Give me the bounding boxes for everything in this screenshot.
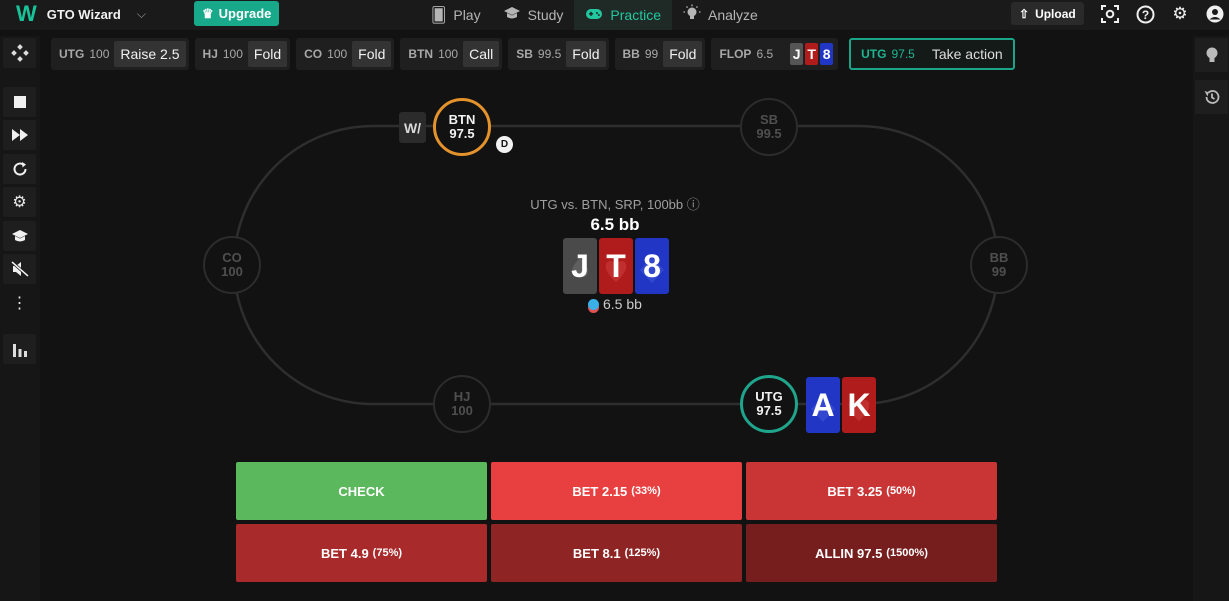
seat-position: HJ xyxy=(453,389,471,404)
bet-33-button[interactable]: BET 2.15 (33%) xyxy=(491,462,742,520)
action-label: ALLIN 97.5 xyxy=(815,545,883,561)
seat-position: BTN xyxy=(448,112,476,127)
card-rank: K xyxy=(847,386,871,423)
chip-amount: 6.5 bb xyxy=(603,296,642,312)
seat-stack: 99.5 xyxy=(756,126,782,141)
seat-position: CO xyxy=(222,250,242,265)
check-button[interactable]: CHECK xyxy=(236,462,487,520)
action-pct: (33%) xyxy=(631,485,661,497)
action-label: BET 4.9 xyxy=(320,545,369,561)
seat-stack: 100 xyxy=(221,264,243,279)
seat-sb: SB 99.5 xyxy=(740,98,798,156)
seat-position: SB xyxy=(759,112,779,127)
chip-icon xyxy=(588,298,599,310)
scenario-label: UTG vs. BTN, SRP, 100bb ⓘ xyxy=(530,197,700,212)
board-cards: J T 8 xyxy=(563,238,669,294)
bet-50-button[interactable]: BET 3.25 (50%) xyxy=(746,462,997,520)
wizard-badge: W/ xyxy=(399,112,426,143)
seat-utg-hero: UTG 97.5 xyxy=(740,375,798,433)
seat-stack: 97.5 xyxy=(449,126,475,141)
action-label: BET 2.15 xyxy=(572,483,628,499)
seat-hj: HJ 100 xyxy=(433,375,491,433)
pot-chips: 6.5 bb xyxy=(588,296,642,312)
action-label: BET 8.1 xyxy=(572,545,621,561)
card-rank: J xyxy=(571,247,589,284)
seat-position: UTG xyxy=(755,389,783,404)
seat-stack: 97.5 xyxy=(756,403,782,418)
hole-card: K xyxy=(842,377,876,433)
card-rank: A xyxy=(811,386,835,423)
action-pct: (50%) xyxy=(886,485,916,497)
allin-button[interactable]: ALLIN 97.5 (1500%) xyxy=(746,524,997,582)
action-buttons: CHECK BET 2.15 (33%) BET 3.25 (50%) BET … xyxy=(236,462,997,582)
bet-125-button[interactable]: BET 8.1 (125%) xyxy=(491,524,742,582)
hero-hole-cards: A K xyxy=(806,377,876,433)
seat-co: CO 100 xyxy=(203,236,261,294)
board-card: 8 xyxy=(635,238,669,294)
hole-card: A xyxy=(806,377,840,433)
seat-stack: 100 xyxy=(451,403,473,418)
seat-bb: BB 99 xyxy=(970,236,1028,294)
action-pct: (1500%) xyxy=(886,547,928,559)
action-pct: (125%) xyxy=(624,547,661,559)
seat-stack: 99 xyxy=(991,264,1007,279)
card-rank: 8 xyxy=(643,247,661,284)
board-card: T xyxy=(599,238,633,294)
pot-size: 6.5 bb xyxy=(590,215,640,234)
dealer-button: D xyxy=(496,136,513,153)
action-label: CHECK xyxy=(338,483,385,499)
seat-position: BB xyxy=(989,250,1009,265)
seat-btn: BTN 97.5 xyxy=(433,98,491,156)
action-label: BET 3.25 xyxy=(827,483,883,499)
action-pct: (75%) xyxy=(372,547,403,559)
bet-75-button[interactable]: BET 4.9 (75%) xyxy=(236,524,487,582)
board-card: J xyxy=(563,238,597,294)
card-rank: T xyxy=(606,247,626,284)
